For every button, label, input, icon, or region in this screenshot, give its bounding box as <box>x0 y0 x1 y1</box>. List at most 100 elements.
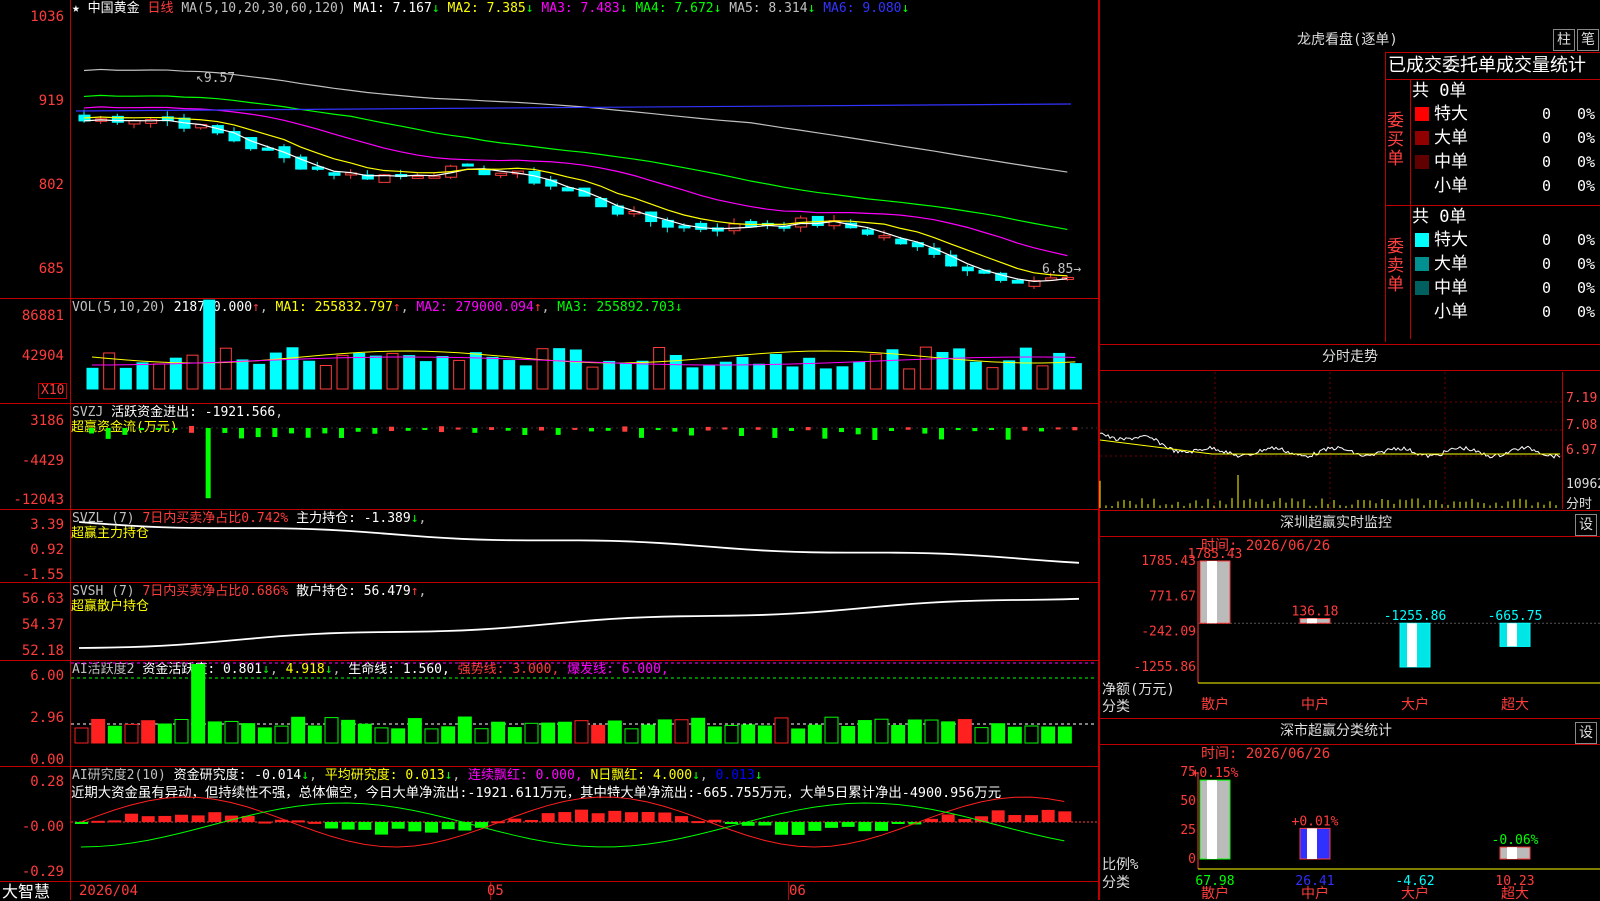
flow-bar <box>755 427 761 430</box>
stock-name[interactable]: 中国黄金 <box>88 1 140 16</box>
activity-bar <box>991 723 1006 744</box>
research-bar <box>458 822 472 831</box>
period-label[interactable]: 日线 <box>148 1 174 16</box>
flow-bar <box>222 428 228 433</box>
classify-settings-button[interactable]: 设 <box>1575 722 1597 744</box>
research-chart[interactable] <box>71 767 1097 881</box>
down-arrow-icon: ↓ <box>901 1 910 16</box>
flow-bar <box>372 428 378 434</box>
activity-bar <box>757 725 772 744</box>
order-row-val: 0 <box>1542 231 1552 249</box>
flow-bar <box>689 428 694 436</box>
activity-bar <box>541 722 556 744</box>
activity-bar <box>257 727 272 744</box>
intraday-chart[interactable] <box>1099 372 1562 509</box>
volume-bar <box>336 354 349 390</box>
flow-bar <box>939 428 944 440</box>
research-bar <box>341 822 355 830</box>
classify-bar-shine <box>1207 780 1217 859</box>
volume-bar <box>986 367 999 390</box>
price-header: ★ 中国黄金 日线 MA(5,10,20,30,60,120) MA1: 7.1… <box>72 1 909 16</box>
order-row-name: 大单 <box>1434 254 1468 274</box>
star-icon[interactable]: ★ <box>72 1 80 16</box>
intraday-vol: 10962 <box>1566 477 1600 492</box>
retail-position-chart[interactable] <box>71 583 1097 660</box>
order-row: 特大 0 0% <box>1412 103 1600 125</box>
monitor-y-tick: -1255.86 <box>1133 660 1196 675</box>
order-row: 大单 0 0% <box>1412 253 1600 275</box>
volume-chart[interactable] <box>71 299 1097 403</box>
research-bar <box>141 816 155 822</box>
main-force-position-chart[interactable] <box>71 510 1097 582</box>
ma5-label: MA5: 8.314 <box>729 1 808 16</box>
volume-bar <box>1003 360 1016 390</box>
volume-bar <box>136 362 149 390</box>
svsh-y-tick: 56.63 <box>21 591 64 607</box>
candle-body <box>578 187 591 197</box>
flow-bar <box>655 428 661 431</box>
dragon-inner-border <box>1410 79 1411 339</box>
order-row-val: 0 <box>1542 279 1552 297</box>
activity-bar <box>191 663 206 744</box>
monitor-value-label: 136.18 <box>1292 604 1339 619</box>
volume-bar <box>119 367 132 390</box>
volume-bar <box>819 368 832 390</box>
research-bar <box>558 812 572 822</box>
ma1-label: MA1: 7.167 <box>353 1 432 16</box>
volume-bar <box>953 348 966 390</box>
candlestick-chart[interactable] <box>71 18 1097 298</box>
monitor-settings-button[interactable]: 设 <box>1575 514 1597 536</box>
classify-bar-chart[interactable]: 7550250+0.15%67.98散户+0.01%26.41中户-4.62大户… <box>1100 745 1600 901</box>
order-row-pct: 0% <box>1577 303 1596 321</box>
activity-bar <box>724 724 739 744</box>
flow-bar <box>822 428 828 439</box>
bar-mode-button[interactable]: 柱 <box>1553 29 1575 51</box>
monitor-bar-shine <box>1507 623 1517 647</box>
monitor-bar-chart[interactable]: 1785.43771.67-242.09-1255.861785.43散户136… <box>1100 537 1600 717</box>
ai1-y-tick: 6.00 <box>30 668 64 684</box>
volume-bar <box>786 366 799 390</box>
research-bar <box>825 822 838 828</box>
research-bar <box>208 812 222 822</box>
classify-category: 超大 <box>1501 886 1529 901</box>
activity-bar <box>524 722 539 744</box>
tick-mode-button[interactable]: 笔 <box>1577 29 1599 51</box>
order-row: 中单 0 0% <box>1412 277 1600 299</box>
research-bar <box>625 812 638 822</box>
time-axis-label: 06 <box>789 883 806 899</box>
research-bar <box>191 815 205 822</box>
monitor-bar-shine <box>1207 561 1217 624</box>
intraday-axis <box>1562 372 1563 509</box>
buy-side-label: 委买单 <box>1387 111 1404 169</box>
flow-bar <box>255 428 261 438</box>
order-row-name: 特大 <box>1434 104 1468 124</box>
color-swatch <box>1415 131 1429 145</box>
volume-bar <box>619 363 632 390</box>
ai1-y-tick: 2.96 <box>30 710 64 726</box>
fund-flow-chart[interactable] <box>71 404 1097 509</box>
time-axis-label: 2026/04 <box>79 883 139 899</box>
research-bar <box>775 822 788 835</box>
flow-bar <box>672 428 678 432</box>
flow-bar <box>555 428 561 435</box>
flow-bar <box>872 428 878 440</box>
flow-bar <box>572 427 578 430</box>
vol-y-tick: 42904 <box>21 348 64 364</box>
activity-bar <box>741 724 756 744</box>
flow-bar <box>405 428 411 431</box>
volume-bar <box>403 355 416 390</box>
panel-divider <box>1100 344 1600 345</box>
flow-bar <box>589 428 594 432</box>
research-bar <box>808 822 822 831</box>
candle-body <box>328 172 341 176</box>
classify-title: 深市超赢分类统计 <box>1280 723 1392 739</box>
activity-bar <box>841 725 856 744</box>
research-bar <box>258 821 272 824</box>
activity-bar <box>324 717 339 744</box>
classify-bar-shine <box>1307 828 1317 859</box>
monitor-value-label: -665.75 <box>1488 609 1543 624</box>
volume-bar <box>769 353 782 390</box>
main-chart-area[interactable]: ★ 中国黄金 日线 MA(5,10,20,30,60,120) MA1: 7.1… <box>0 0 1100 900</box>
monitor-title: 深圳超赢实时监控 <box>1280 515 1392 531</box>
activity-chart[interactable] <box>71 661 1097 766</box>
